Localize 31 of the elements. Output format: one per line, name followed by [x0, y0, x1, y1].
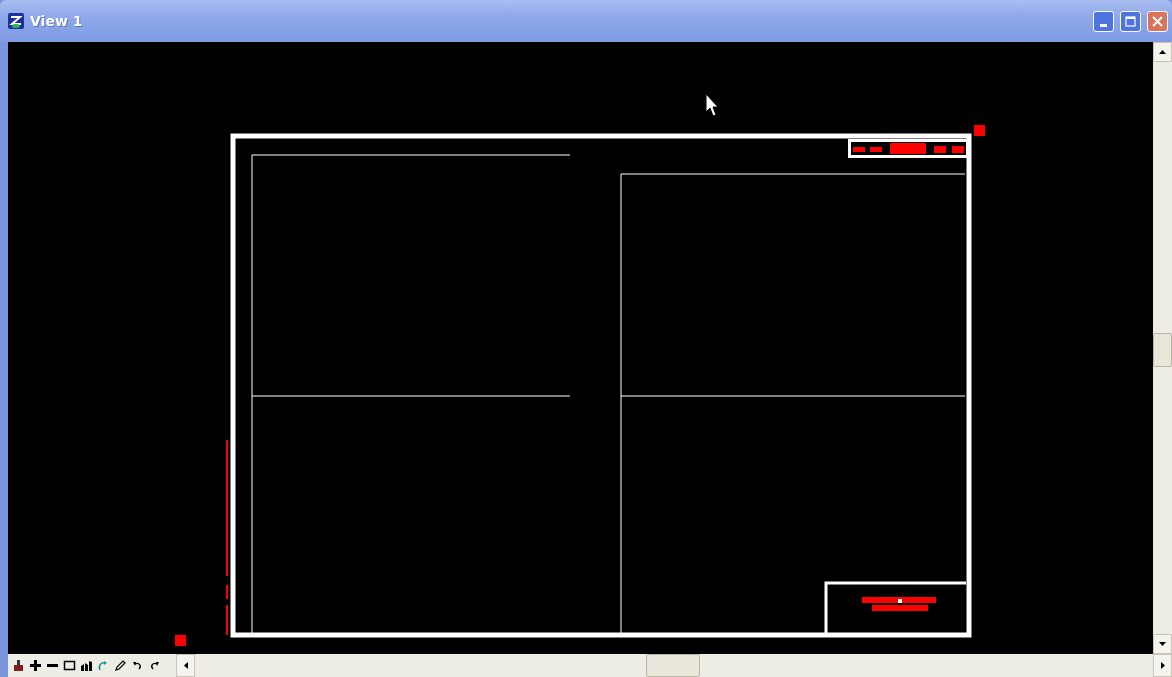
scroll-right-button[interactable] [1153, 654, 1172, 677]
right-arrow-icon [1160, 662, 1165, 669]
scroll-thumb[interactable] [646, 654, 700, 677]
window-icon [63, 659, 76, 672]
minimize-icon [1100, 23, 1107, 27]
scroll-down-button[interactable] [1153, 634, 1172, 654]
paintbrush-icon [12, 659, 25, 672]
maximize-icon [1125, 15, 1136, 27]
horizontal-scrollbar[interactable] [176, 654, 1172, 677]
left-arrow-icon [183, 662, 188, 669]
drawing-canvas[interactable] [8, 42, 1153, 654]
undo-icon [131, 659, 144, 672]
chart-icon [80, 659, 93, 672]
minimize-button[interactable] [1093, 10, 1114, 32]
redo-icon [148, 659, 161, 672]
window-title: View 1 [30, 13, 84, 29]
mouse-pointer-icon [705, 93, 719, 117]
marker-square [175, 635, 186, 646]
maximize-button[interactable] [1120, 10, 1141, 32]
close-button[interactable] [1147, 10, 1168, 32]
scroll-left-button[interactable] [176, 654, 195, 677]
down-arrow-icon [1159, 642, 1166, 646]
scroll-up-button[interactable] [1153, 42, 1172, 62]
zoom-in-icon [29, 659, 42, 672]
up-arrow-icon [1159, 50, 1166, 54]
pencil-icon [114, 659, 127, 672]
vertical-scrollbar[interactable] [1153, 42, 1172, 654]
marker-square [974, 125, 985, 136]
app-icon [8, 13, 24, 29]
scroll-thumb[interactable] [1153, 333, 1172, 367]
close-icon [1152, 15, 1163, 27]
